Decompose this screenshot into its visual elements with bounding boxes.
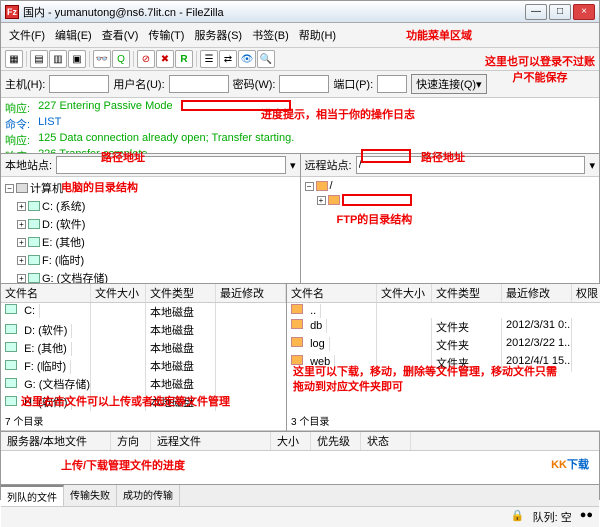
local-path-label: 本地站点: — [5, 157, 52, 173]
dropdown-icon[interactable]: ▾ — [290, 159, 296, 172]
remote-list-header: 文件名文件大小文件类型最近修改权限 — [287, 284, 600, 303]
app-icon: Fz — [5, 5, 19, 19]
lock-icon: 🔒 — [511, 509, 525, 525]
toggle-tree-icon[interactable]: ▥ — [49, 50, 67, 68]
menu-edit[interactable]: 编辑(E) — [51, 25, 96, 45]
filter-icon[interactable]: ☰ — [200, 50, 218, 68]
remote-list[interactable]: .. db文件夹2012/3/31 0:... log文件夹2012/3/22 … — [287, 303, 600, 411]
port-input[interactable] — [377, 75, 407, 93]
host-input[interactable] — [49, 75, 109, 93]
compare-icon[interactable]: ⇄ — [219, 50, 237, 68]
remote-path-label: 远程站点: — [305, 157, 352, 173]
sitemanager-icon[interactable]: ▦ — [5, 50, 23, 68]
disconnect-icon[interactable]: ✖ — [156, 50, 174, 68]
annotation-menu-area: 功能菜单区域 — [402, 25, 476, 45]
pass-input[interactable] — [279, 75, 329, 93]
tab-failed[interactable]: 传输失败 — [64, 485, 117, 506]
maximize-button[interactable]: □ — [549, 4, 571, 20]
remote-list-panel: 文件名文件大小文件类型最近修改权限 .. db文件夹2012/3/31 0:..… — [287, 284, 600, 431]
tab-queued[interactable]: 列队的文件 — [1, 485, 64, 506]
remote-tree-panel: 远程站点: ▾ 路径地址 −/ + FTP的目录结构 — [301, 154, 600, 283]
annotation-path-local: 路径地址 — [101, 149, 145, 165]
transfer-queue: 服务器/本地文件 方向 远程文件 大小 优先级 状态 上传/下载管理文件的进度 — [1, 432, 599, 484]
binoculars-icon[interactable]: 👓 — [93, 50, 111, 68]
annotation-local-list: 这里右击文件可以上传或者选定等文件管理 — [21, 393, 241, 409]
message-log: 响应:227 Entering Passive Mode 命令:LIST 响应:… — [1, 98, 599, 154]
queue-tabs: 列队的文件 传输失败 成功的传输 — [1, 484, 599, 506]
local-status: 7 个目录 — [1, 411, 286, 431]
menu-view[interactable]: 查看(V) — [98, 25, 143, 45]
menu-server[interactable]: 服务器(S) — [190, 25, 246, 45]
find-icon[interactable]: 🔍 — [257, 50, 275, 68]
annotation-remote-list: 这里可以下载，移动，删除等文件管理，移动文件只需拖动到对应文件夹即可 — [293, 365, 563, 396]
annotation-queue: 上传/下载管理文件的进度 — [61, 457, 185, 473]
watermark: KKKK下载下载 — [547, 455, 593, 473]
annotation-progress: 进度提示，相当于你的操作日志 — [261, 106, 415, 122]
local-list-panel: 文件名文件大小文件类型最近修改 C:本地磁盘 D: (软件)本地磁盘 E: (其… — [1, 284, 287, 431]
menu-help[interactable]: 帮助(H) — [295, 25, 340, 45]
queue-status: 队列: 空 — [533, 509, 572, 525]
local-list[interactable]: C:本地磁盘 D: (软件)本地磁盘 E: (其他)本地磁盘 F: (临时)本地… — [1, 303, 286, 411]
menubar: 文件(F) 编辑(E) 查看(V) 传输(T) 服务器(S) 书签(B) 帮助(… — [1, 23, 599, 48]
local-list-header: 文件名文件大小文件类型最近修改 — [1, 284, 286, 303]
minimize-button[interactable]: — — [525, 4, 547, 20]
close-button[interactable]: × — [573, 4, 595, 20]
local-tree-panel: 本地站点: ▾ 路径地址 −计算机 电脑的目录结构 +C: (系统) +D: (… — [1, 154, 301, 283]
menu-file[interactable]: 文件(F) — [5, 25, 49, 45]
annotation-login: 这里也可以登录不过账户不能保存 — [485, 53, 595, 85]
sync-icon[interactable]: 👁 — [238, 50, 256, 68]
annotation-local-tree: 电脑的目录结构 — [61, 179, 138, 195]
user-input[interactable] — [169, 75, 229, 93]
menu-transfer[interactable]: 传输(T) — [144, 25, 188, 45]
port-label: 端口(P): — [333, 76, 373, 92]
reconnect-icon[interactable]: R — [175, 50, 193, 68]
window-title: 国内 - yumanutong@ns6.7lit.cn - FileZilla — [23, 4, 525, 20]
quickconnect-button[interactable]: 快速连接(Q) ▾ — [411, 74, 486, 94]
annotation-path-remote: 路径地址 — [421, 149, 465, 165]
tab-success[interactable]: 成功的传输 — [117, 485, 180, 506]
menu-bookmark[interactable]: 书签(B) — [248, 25, 293, 45]
dropdown-icon[interactable]: ▾ — [589, 159, 595, 172]
cancel-icon[interactable]: ⊘ — [137, 50, 155, 68]
queue-header: 服务器/本地文件 方向 远程文件 大小 优先级 状态 — [1, 432, 599, 451]
remote-status: 3 个目录 — [287, 411, 600, 431]
toggle-queue-icon[interactable]: ▣ — [68, 50, 86, 68]
statusbar: 🔒 队列: 空 ●● — [1, 506, 599, 527]
host-label: 主机(H): — [5, 76, 45, 92]
process-icon[interactable]: Q — [112, 50, 130, 68]
local-path-input[interactable] — [56, 156, 286, 174]
local-tree[interactable]: −计算机 电脑的目录结构 +C: (系统) +D: (软件) +E: (其他) … — [1, 177, 300, 283]
pass-label: 密码(W): — [233, 76, 276, 92]
annotation-remote-tree: FTP的目录结构 — [337, 211, 413, 227]
toggle-log-icon[interactable]: ▤ — [30, 50, 48, 68]
user-label: 用户名(U): — [113, 76, 164, 92]
titlebar: Fz 国内 - yumanutong@ns6.7lit.cn - FileZil… — [1, 1, 599, 23]
remote-tree[interactable]: −/ + FTP的目录结构 — [301, 177, 600, 283]
